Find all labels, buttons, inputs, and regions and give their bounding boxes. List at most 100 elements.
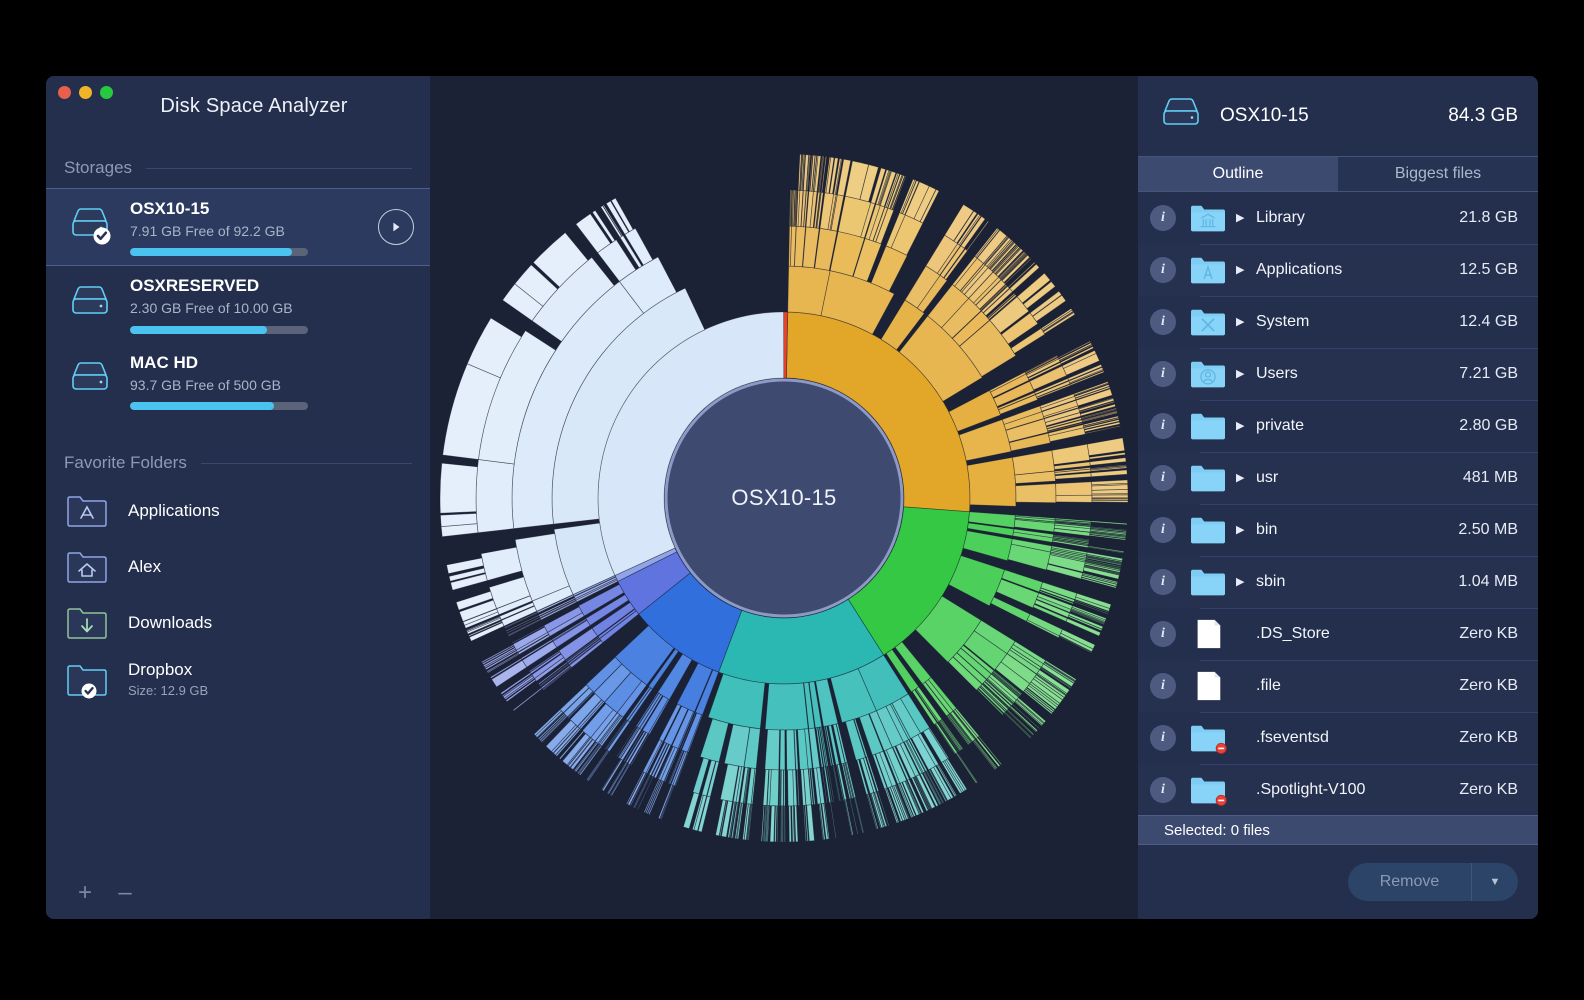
minimize-button-icon[interactable] bbox=[79, 86, 92, 99]
info-icon[interactable]: i bbox=[1150, 361, 1176, 387]
disclosure-triangle-icon[interactable]: ▶ bbox=[1236, 420, 1252, 432]
sunburst-segment[interactable] bbox=[779, 769, 781, 806]
sunburst-segment[interactable] bbox=[625, 770, 645, 805]
sunburst-segment[interactable] bbox=[783, 769, 786, 806]
sunburst-segment[interactable] bbox=[975, 736, 1001, 767]
sunburst-segment[interactable] bbox=[796, 768, 800, 806]
sunburst-segment[interactable] bbox=[657, 783, 674, 819]
sunburst-segment[interactable] bbox=[480, 546, 523, 581]
disclosure-triangle-icon[interactable]: ▶ bbox=[1236, 264, 1252, 276]
sunburst-segment[interactable] bbox=[610, 763, 631, 796]
disclosure-triangle-icon[interactable]: ▶ bbox=[1236, 316, 1252, 328]
info-icon[interactable]: i bbox=[1150, 777, 1176, 803]
table-row[interactable]: i ▶ Applications 12.5 GB bbox=[1138, 244, 1538, 296]
sunburst-segment[interactable] bbox=[1015, 482, 1057, 503]
table-row[interactable]: i ▶ bin 2.50 MB bbox=[1138, 504, 1538, 556]
table-row[interactable]: i .Spotlight-V100 Zero KB bbox=[1138, 764, 1538, 815]
sunburst-segment[interactable] bbox=[780, 805, 782, 842]
sunburst-segment[interactable] bbox=[829, 801, 837, 838]
sunburst-segment[interactable] bbox=[439, 462, 478, 514]
sunburst-segment[interactable] bbox=[1090, 519, 1128, 525]
info-icon[interactable]: i bbox=[1150, 309, 1176, 335]
sunburst-segment[interactable] bbox=[609, 762, 630, 796]
table-row[interactable]: i ▶ sbin 1.04 MB bbox=[1138, 556, 1538, 608]
sunburst-segment[interactable] bbox=[660, 784, 675, 820]
table-row[interactable]: i ▶ System 12.4 GB bbox=[1138, 296, 1538, 348]
sunburst-segment[interactable] bbox=[1042, 311, 1076, 334]
drive-icon bbox=[64, 205, 116, 249]
table-row[interactable]: i .file Zero KB bbox=[1138, 660, 1538, 712]
row-name: Users bbox=[1256, 365, 1298, 382]
info-icon[interactable]: i bbox=[1150, 205, 1176, 231]
storage-text: OSXRESERVED 2.30 GB Free of 10.00 GB bbox=[130, 275, 414, 334]
sunburst-segment[interactable] bbox=[1042, 310, 1075, 332]
sunburst-segment[interactable] bbox=[787, 769, 795, 806]
sunburst-segment[interactable] bbox=[1055, 480, 1093, 496]
add-favorite-button[interactable]: + bbox=[68, 876, 102, 910]
table-row[interactable]: i ▶ Users 7.21 GB bbox=[1138, 348, 1538, 400]
favorite-item-dropbox[interactable]: Dropbox Size: 12.9 GB bbox=[46, 651, 430, 708]
sunburst-segment[interactable] bbox=[575, 212, 612, 253]
sunburst-segment[interactable] bbox=[644, 778, 662, 814]
sunburst-segment[interactable] bbox=[659, 784, 675, 820]
info-icon[interactable]: i bbox=[1150, 673, 1176, 699]
info-icon[interactable]: i bbox=[1150, 465, 1176, 491]
sunburst-segment[interactable] bbox=[779, 729, 786, 770]
tab-biggest-files[interactable]: Biggest files bbox=[1338, 157, 1538, 191]
sunburst-segment[interactable] bbox=[1087, 545, 1125, 554]
sunburst-segment[interactable] bbox=[944, 758, 966, 792]
remove-favorite-button[interactable]: – bbox=[108, 876, 142, 910]
sunburst-segment[interactable] bbox=[962, 529, 1013, 561]
favorite-item-applications[interactable]: Applications bbox=[46, 483, 430, 539]
storage-item-osx10-15[interactable]: OSX10-15 7.91 GB Free of 92.2 GB bbox=[46, 188, 430, 267]
remove-button[interactable]: Remove bbox=[1348, 863, 1472, 901]
sunburst-segment[interactable] bbox=[786, 728, 796, 770]
storage-usage-bar bbox=[130, 402, 308, 411]
disclosure-triangle-icon[interactable]: ▶ bbox=[1236, 524, 1252, 536]
sunburst-segment[interactable] bbox=[1012, 449, 1056, 475]
disclosure-triangle-icon[interactable]: ▶ bbox=[1236, 212, 1252, 224]
table-row[interactable]: i ▶ private 2.80 GB bbox=[1138, 400, 1538, 452]
sunburst-chart[interactable]: OSX10-15 bbox=[430, 138, 1138, 858]
sunburst-segment[interactable] bbox=[475, 458, 515, 533]
favorite-item-downloads[interactable]: Downloads bbox=[46, 595, 430, 651]
tab-outline[interactable]: Outline bbox=[1138, 157, 1338, 191]
sunburst-segment[interactable] bbox=[764, 728, 780, 770]
sunburst-segment[interactable] bbox=[699, 717, 729, 763]
disclosure-triangle-icon[interactable]: ▶ bbox=[1236, 368, 1252, 380]
sunburst-segment[interactable] bbox=[764, 682, 809, 730]
sunburst-segment[interactable] bbox=[784, 805, 786, 842]
sunburst-segment[interactable] bbox=[1091, 494, 1129, 498]
zoom-button-icon[interactable] bbox=[100, 86, 113, 99]
sunburst-segment[interactable] bbox=[966, 456, 1017, 507]
info-icon[interactable]: i bbox=[1150, 517, 1176, 543]
file-list[interactable]: i ▶ Library 21.8 GB i ▶ Applications 12.5 GB i ▶ S… bbox=[1138, 192, 1538, 815]
info-icon[interactable]: i bbox=[1150, 725, 1176, 751]
info-icon[interactable]: i bbox=[1150, 413, 1176, 439]
storage-item-osxreserved[interactable]: OSXRESERVED 2.30 GB Free of 10.00 GB bbox=[46, 266, 430, 342]
table-row[interactable]: i ▶ usr 481 MB bbox=[1138, 452, 1538, 504]
disclosure-triangle-icon[interactable]: ▶ bbox=[1236, 472, 1252, 484]
sunburst-segment[interactable] bbox=[1086, 436, 1126, 456]
sunburst-segment[interactable] bbox=[1091, 499, 1129, 503]
chevron-down-icon[interactable]: ▼ bbox=[1472, 863, 1518, 901]
sunburst-svg[interactable] bbox=[430, 138, 1138, 858]
sunburst-segment[interactable] bbox=[853, 796, 864, 833]
folder-icon bbox=[1188, 565, 1228, 599]
info-icon[interactable]: i bbox=[1150, 621, 1176, 647]
sunburst-segment[interactable] bbox=[1055, 494, 1093, 503]
table-row[interactable]: i .DS_Store Zero KB bbox=[1138, 608, 1538, 660]
remove-button-group[interactable]: Remove ▼ bbox=[1348, 863, 1518, 901]
info-icon[interactable]: i bbox=[1150, 569, 1176, 595]
disclosure-triangle-icon[interactable]: ▶ bbox=[1236, 576, 1252, 588]
table-row[interactable]: i ▶ Library 21.8 GB bbox=[1138, 192, 1538, 244]
table-row[interactable]: i .fseventsd Zero KB bbox=[1138, 712, 1538, 764]
scan-play-button[interactable] bbox=[378, 209, 414, 246]
sunburst-segment[interactable] bbox=[788, 805, 792, 842]
sunburst-segment[interactable] bbox=[1051, 443, 1091, 465]
favorite-item-alex[interactable]: Alex bbox=[46, 539, 430, 595]
close-button-icon[interactable] bbox=[58, 86, 71, 99]
storage-item-mac-hd[interactable]: MAC HD 93.7 GB Free of 500 GB bbox=[46, 343, 430, 419]
info-icon[interactable]: i bbox=[1150, 257, 1176, 283]
sunburst-segment[interactable] bbox=[769, 804, 776, 842]
